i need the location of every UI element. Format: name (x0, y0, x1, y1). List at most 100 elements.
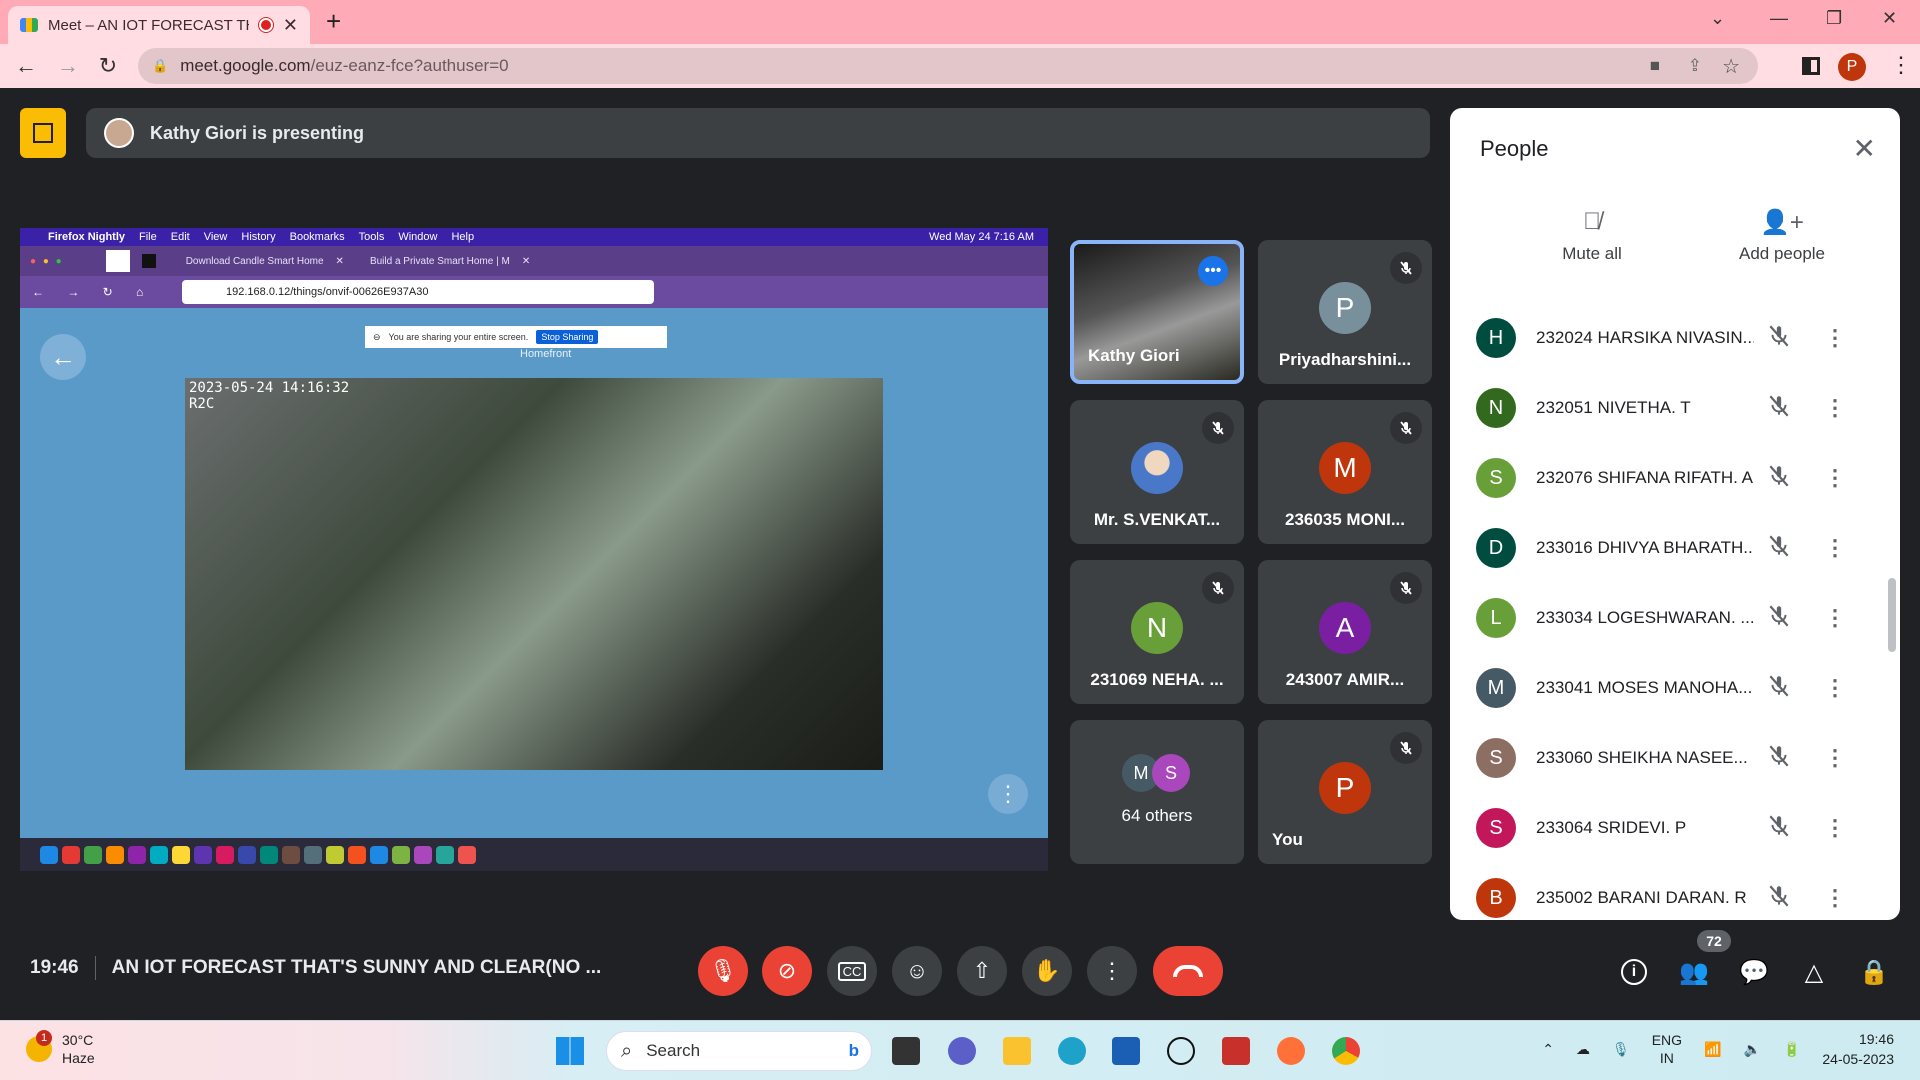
present-button[interactable]: ⇧ (957, 946, 1007, 996)
participant-tile[interactable]: M S 64 others (1070, 720, 1244, 864)
participant-more-icon[interactable]: ⋮ (1824, 675, 1846, 701)
mac-menubar: Firefox Nightly File Edit View History B… (20, 228, 1048, 246)
scrollbar[interactable] (1888, 578, 1896, 652)
participant-more-icon[interactable]: ⋮ (1824, 815, 1846, 841)
profile-avatar[interactable]: P (1838, 53, 1866, 81)
share-icon[interactable]: ⇪ (1688, 56, 1702, 76)
tab-search-icon[interactable]: ⌄ (1710, 8, 1725, 29)
camera-feed: 2023-05-24 14:16:32 R2C (185, 378, 883, 770)
microphone-icon[interactable]: 🎙 (1612, 1041, 1630, 1058)
participant-tile[interactable]: N 231069 NEHA. ... (1070, 560, 1244, 704)
mic-toggle-button[interactable]: 🎙 (698, 946, 748, 996)
minimize-icon[interactable]: — (1770, 8, 1788, 29)
browser-tab-meet[interactable]: Meet – AN IOT FORECAST TH ✕ (8, 6, 310, 44)
back-icon[interactable]: ← (12, 52, 40, 80)
taskbar-clock[interactable]: 19:46 24-05-2023 (1822, 1029, 1894, 1069)
language-indicator[interactable]: ENG IN (1652, 1031, 1682, 1067)
dell-icon[interactable] (1167, 1037, 1195, 1065)
participant-more-icon[interactable]: ⋮ (1824, 605, 1846, 631)
participant-tile[interactable]: P Priyadharshini... (1258, 240, 1432, 384)
reactions-button[interactable]: ☺ (892, 946, 942, 996)
participant-list-item[interactable]: M 233041 MOSES MANOHA... ⋮ (1476, 663, 1876, 713)
recording-icon (258, 18, 273, 32)
participant-more-icon[interactable]: ⋮ (1824, 465, 1846, 491)
people-icon[interactable]: 👥 (1678, 956, 1710, 988)
dock-app-icon (128, 845, 146, 864)
hand-icon: ✋ (1033, 958, 1061, 983)
participant-list-item[interactable]: H 232024 HARSIKA NIVASIN... ⋮ (1476, 313, 1876, 363)
meeting-info-icon[interactable]: i (1618, 956, 1650, 988)
reload-icon[interactable]: ↻ (94, 52, 122, 80)
windows-taskbar: 1 30°C Haze ⌕ Search b ⌃ ☁ 🎙 ENG IN 📶 🔈 … (0, 1020, 1920, 1080)
browser-menu-icon[interactable]: ⋮ (1890, 52, 1912, 78)
file-explorer-icon[interactable] (1003, 1037, 1031, 1065)
participant-list-item[interactable]: S 232076 SHIFANA RIFATH. A ⋮ (1476, 453, 1876, 503)
camera-icon[interactable]: ■ (1650, 56, 1660, 76)
participant-list-item[interactable]: S 233060 SHEIKHA NASEE... ⋮ (1476, 733, 1876, 783)
raise-hand-button[interactable]: ✋ (1022, 946, 1072, 996)
show-hidden-icons[interactable]: ⌃ (1542, 1041, 1554, 1058)
mac-menu-item: History (241, 231, 276, 243)
participant-name: 233064 SRIDEVI. P (1536, 818, 1687, 837)
close-tab-icon[interactable]: ✕ (283, 15, 298, 36)
maximize-icon[interactable]: ❐ (1826, 8, 1842, 29)
phone-hangup-icon (1173, 965, 1203, 977)
participant-tile[interactable]: M 236035 MONI... (1258, 400, 1432, 544)
participant-more-icon[interactable]: ⋮ (1824, 745, 1846, 771)
side-panel-icon[interactable] (1802, 57, 1820, 75)
windows-start-icon[interactable] (556, 1037, 584, 1065)
presenter-banner: Kathy Giori is presenting (86, 108, 1430, 158)
forward-icon[interactable]: → (54, 52, 82, 80)
participant-list-item[interactable]: L 233034 LOGESHWARAN. ... ⋮ (1476, 593, 1876, 643)
chrome-icon[interactable] (1332, 1037, 1360, 1065)
participant-list-item[interactable]: D 233016 DHIVYA BHARATH... ⋮ (1476, 523, 1876, 573)
add-people-button[interactable]: 👤+ Add people (1712, 208, 1852, 264)
chat-icon[interactable]: 💬 (1738, 956, 1770, 988)
weather-widget[interactable]: 1 30°C Haze (26, 1030, 95, 1067)
presentation-layout-button[interactable] (20, 108, 66, 158)
battery-icon[interactable]: 🔋 (1783, 1041, 1800, 1058)
wifi-icon[interactable]: 📶 (1704, 1041, 1721, 1058)
participant-tile[interactable]: Mr. S.VENKAT... (1070, 400, 1244, 544)
dock-app-icon (260, 845, 278, 864)
teams-icon[interactable] (948, 1037, 976, 1065)
muted-mic-icon (1202, 412, 1234, 444)
participant-list-item[interactable]: S 233064 SRIDEVI. P ⋮ (1476, 803, 1876, 853)
address-bar[interactable]: 🔒 meet.google.com/euz-eanz-fce?authuser=… (138, 48, 1758, 84)
new-tab-button[interactable]: + (326, 6, 341, 37)
close-panel-icon[interactable]: ✕ (1853, 132, 1876, 165)
dock-app-icon (458, 845, 476, 864)
participant-tile[interactable]: A 243007 AMIR... (1258, 560, 1432, 704)
more-options-button[interactable]: ⋮ (1087, 946, 1137, 996)
onedrive-icon[interactable]: ☁ (1576, 1041, 1590, 1058)
participant-list-item[interactable]: N 232051 NIVETHA. T ⋮ (1476, 383, 1876, 433)
firefox-icon[interactable] (1277, 1037, 1305, 1065)
leave-call-button[interactable] (1153, 946, 1223, 996)
mcafee-icon[interactable] (1222, 1037, 1250, 1065)
camera-timestamp: 2023-05-24 14:16:32 (189, 380, 350, 396)
captions-icon: CC (837, 961, 867, 981)
bookmark-star-icon[interactable]: ☆ (1722, 54, 1740, 79)
mic-off-icon (1766, 393, 1796, 424)
participant-more-icon[interactable]: ⋮ (1824, 395, 1846, 421)
camera-toggle-button[interactable]: ⊘ (762, 946, 812, 996)
close-window-icon[interactable]: ✕ (1882, 8, 1897, 29)
host-controls-icon[interactable]: 🔒 (1858, 956, 1890, 988)
captions-button[interactable]: CC (827, 946, 877, 996)
tile-options-icon[interactable]: ••• (1198, 256, 1228, 286)
taskbar-search[interactable]: ⌕ Search b (606, 1031, 872, 1071)
participant-tile-presenter[interactable]: ••• Kathy Giori (1070, 240, 1244, 384)
mac-menu-item: File (139, 231, 157, 243)
task-view-icon[interactable] (892, 1037, 920, 1065)
participant-more-icon[interactable]: ⋮ (1824, 325, 1846, 351)
ff-tab: Download Candle Smart Home (185, 255, 324, 267)
participant-more-icon[interactable]: ⋮ (1824, 535, 1846, 561)
volume-icon[interactable]: 🔈 (1744, 1041, 1761, 1058)
edge-icon[interactable] (1058, 1037, 1086, 1065)
participant-tile[interactable]: P You (1258, 720, 1432, 864)
mute-all-button[interactable]: 🎙̸ Mute all (1532, 208, 1652, 264)
store-icon[interactable] (1112, 1037, 1140, 1065)
participant-list-item[interactable]: B 235002 BARANI DARAN. R ⋮ (1476, 873, 1876, 920)
participant-more-icon[interactable]: ⋮ (1824, 885, 1846, 911)
activities-icon[interactable]: △ (1798, 956, 1830, 988)
